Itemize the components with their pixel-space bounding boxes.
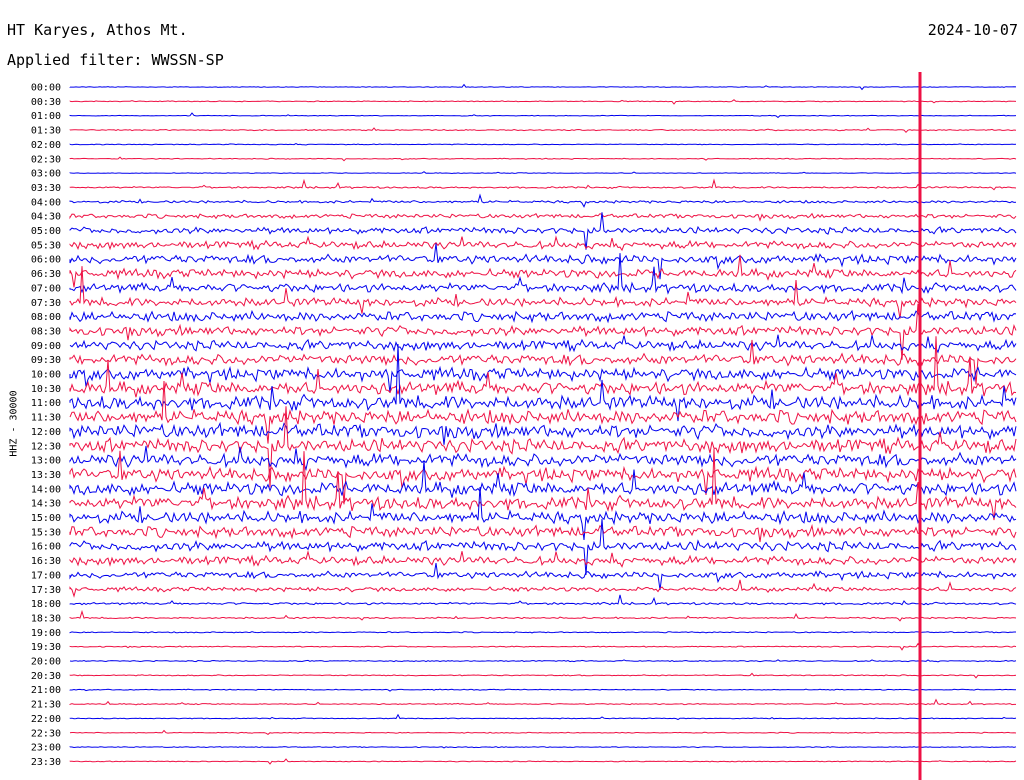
time-label: 19:00 [31, 628, 61, 639]
time-label: 08:30 [31, 326, 61, 337]
trace-line [69, 609, 1017, 622]
trace-line [69, 523, 1017, 543]
trace-line [69, 698, 1016, 706]
time-label: 16:30 [31, 556, 61, 567]
time-label: 15:00 [31, 513, 61, 524]
time-label: 10:00 [31, 370, 61, 381]
trace-line [69, 334, 1017, 354]
time-label: 15:30 [31, 527, 61, 538]
time-label: 09:00 [31, 341, 61, 352]
trace-line [69, 99, 1017, 105]
trace-line [69, 339, 1017, 385]
trace-line [69, 579, 1017, 598]
time-label: 21:30 [31, 700, 61, 711]
trace-line [69, 212, 1017, 250]
time-label: 14:00 [31, 484, 61, 495]
time-label: 04:30 [31, 212, 61, 223]
trace-line [69, 309, 1017, 324]
trace-line [69, 171, 1017, 175]
trace-line [69, 83, 1017, 91]
trace-line [69, 127, 1017, 134]
time-label: 17:30 [31, 585, 61, 596]
time-label: 02:00 [31, 140, 61, 151]
trace-line [69, 672, 1017, 679]
time-label: 08:00 [31, 312, 61, 323]
time-label: 07:00 [31, 283, 61, 294]
time-label: 09:30 [31, 355, 61, 366]
time-label: 23:00 [31, 743, 61, 754]
time-label: 11:30 [31, 413, 61, 424]
trace-line [69, 193, 1017, 208]
trace-line [69, 243, 1017, 280]
time-label: 12:30 [31, 441, 61, 452]
time-label: 20:00 [31, 657, 61, 668]
trace-line [69, 254, 1017, 288]
time-label: 17:00 [31, 570, 61, 581]
trace-line [69, 445, 1017, 471]
time-label: 01:00 [31, 111, 61, 122]
time-label: 23:30 [31, 757, 61, 768]
time-label: 16:00 [31, 542, 61, 553]
time-label: 18:30 [31, 613, 61, 624]
trace-line [69, 758, 1017, 765]
time-label: 03:00 [31, 169, 61, 180]
trace-line [69, 563, 1017, 590]
time-label: 10:30 [31, 384, 61, 395]
time-label: 19:30 [31, 642, 61, 653]
trace-line [69, 212, 1017, 222]
time-label: 06:30 [31, 269, 61, 280]
helicorder-plot: 00:00 00:30 01:00 01:30 02:00 02:30 03:00 03:30… [31, 72, 1017, 780]
time-label: 13:30 [31, 470, 61, 481]
trace-line [69, 518, 1017, 575]
seismogram-page: HT Karyes, Athos Mt. Applied filter: WWS… [0, 0, 1024, 780]
time-label: 22:30 [31, 728, 61, 739]
trace-line [69, 343, 1017, 422]
time-label: 05:30 [31, 240, 61, 251]
time-label: 18:00 [31, 599, 61, 610]
time-label: 01:30 [31, 126, 61, 137]
time-label: 00:30 [31, 97, 61, 108]
trace-line [69, 143, 1017, 146]
trace-line [69, 450, 1017, 505]
trace-line [69, 112, 1017, 119]
time-label: 11:00 [31, 398, 61, 409]
time-label: 05:00 [31, 226, 61, 237]
trace-line [69, 642, 1017, 651]
trace-line [69, 235, 1017, 252]
time-label: 06:00 [31, 255, 61, 266]
trace-line [69, 713, 1017, 721]
trace-line [69, 631, 1016, 634]
time-label: 07:30 [31, 298, 61, 309]
trace-line [69, 746, 1017, 749]
trace-line [69, 156, 1017, 162]
time-label: 03:30 [31, 183, 61, 194]
time-label: 04:00 [31, 197, 61, 208]
trace-line [69, 594, 1017, 606]
time-label: 14:30 [31, 499, 61, 510]
time-label: 21:00 [31, 685, 61, 696]
time-label: 00:00 [31, 83, 61, 94]
time-label: 12:00 [31, 427, 61, 438]
trace-line [69, 178, 1017, 191]
trace-line [69, 266, 1017, 319]
time-label: 13:00 [31, 456, 61, 467]
time-label: 20:30 [31, 671, 61, 682]
time-label: 02:30 [31, 154, 61, 165]
trace-line [69, 729, 1017, 736]
trace-line [69, 688, 1017, 692]
time-label: 22:00 [31, 714, 61, 725]
trace-line [69, 549, 1017, 568]
trace-line [69, 659, 1017, 663]
